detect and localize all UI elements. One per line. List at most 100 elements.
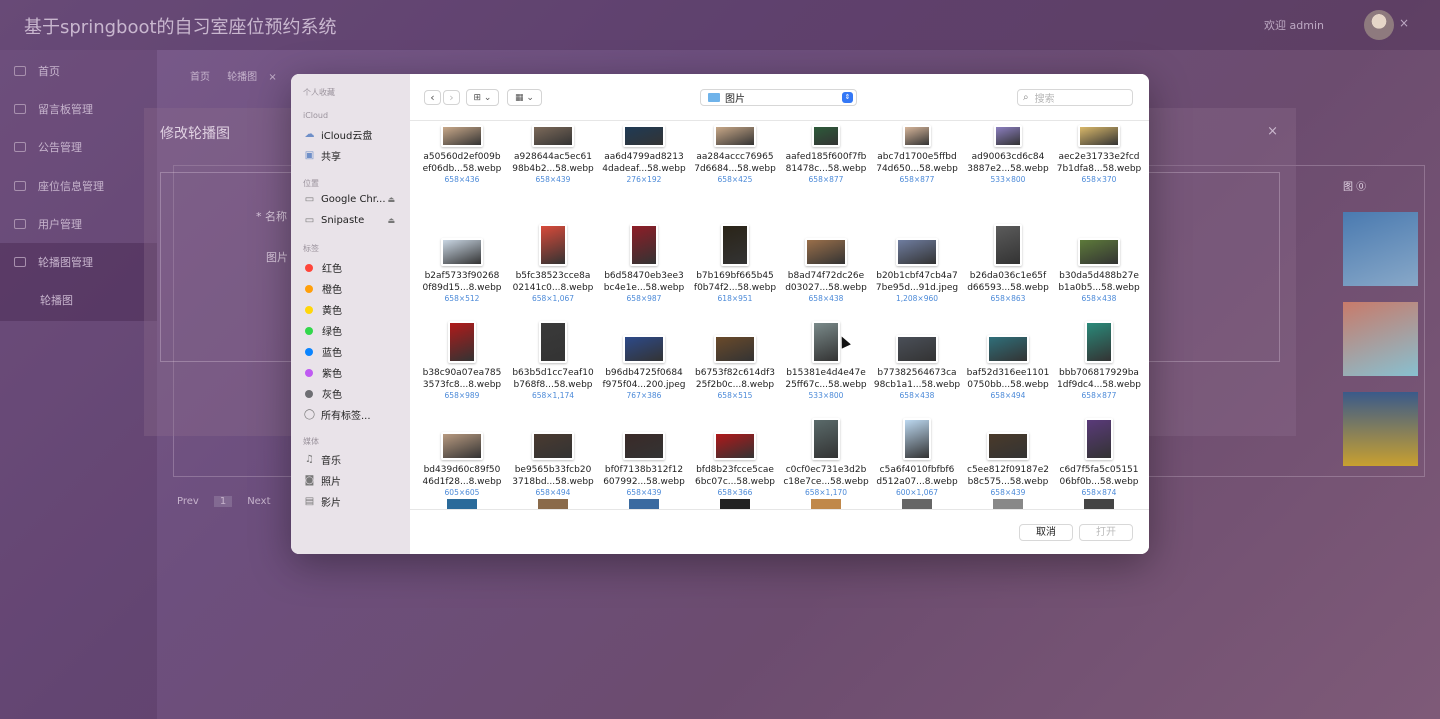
file-item[interactable]: b8ad74f72dc26e d03027...58.webp 658×438 xyxy=(780,222,872,304)
sidebar-all-tags[interactable]: ◯ 所有标签... xyxy=(303,407,407,422)
file-dimensions: 658×877 xyxy=(899,175,935,184)
sidebar-item-users[interactable]: 用户管理 xyxy=(0,205,157,243)
forward-button[interactable]: › xyxy=(443,90,460,105)
file-item[interactable]: c5a6f4010fbfbf6 d512a07...8.webp 600×1,067 xyxy=(871,416,963,498)
sidebar-item-home[interactable]: 首页 xyxy=(0,52,157,90)
file-item[interactable]: aafed185f600f7fb 81478c...58.webp 658×877 xyxy=(780,125,872,185)
file-item[interactable]: b15381e4d4e47e 25ff67c...58.webp 533×800 xyxy=(780,319,872,401)
file-item[interactable]: aa284accc76965 7d6684...58.webp 658×425 xyxy=(689,125,781,185)
file-item[interactable]: aa6d4799ad8213 4dadeaf...58.webp 276×192 xyxy=(598,125,690,185)
file-item[interactable]: a928644ac5ec61 98b4b2...58.webp 658×439 xyxy=(507,125,599,185)
file-item[interactable]: b26da036c1e65f d66593...58.webp 658×863 xyxy=(962,222,1054,304)
file-name-line2: f0b74f2...58.webp xyxy=(693,283,777,293)
sidebar-location-chrome[interactable]: ▭ Google Chr... ⏏ xyxy=(303,194,407,205)
favorites-section: 个人收藏 xyxy=(303,88,335,97)
file-item[interactable]: bbb706817929ba 1df9dc4...58.webp 658×877 xyxy=(1053,319,1145,401)
sidebar-music[interactable]: ♫ 音乐 xyxy=(303,452,407,467)
sidebar-item-messages[interactable]: 留言板管理 xyxy=(0,90,157,128)
file-item[interactable]: c0cf0ec731e3d2b c18e7ce...58.webp 658×1,17… xyxy=(780,416,872,498)
file-thumbnail[interactable] xyxy=(629,499,659,509)
file-item[interactable]: b96db4725f0684 f975f04...200.jpeg 767×386 xyxy=(598,319,690,401)
file-item[interactable]: b7b169bf665b45 f0b74f2...58.webp 618×951 xyxy=(689,222,781,304)
back-button[interactable]: ‹ xyxy=(424,90,441,105)
sidebar-item-label: 首页 xyxy=(38,65,60,78)
avatar[interactable] xyxy=(1364,10,1394,40)
sidebar-shared[interactable]: ▣ 共享 xyxy=(303,148,407,163)
eject-icon[interactable]: ⏏ xyxy=(387,216,395,225)
open-button[interactable]: 打开 xyxy=(1079,524,1133,541)
search-input[interactable]: ⌕ 搜索 xyxy=(1017,89,1133,106)
file-item[interactable]: b30da5d488b27e b1a0b5...58.webp 658×438 xyxy=(1053,222,1145,304)
file-item[interactable]: bfd8b23fcce5cae 6bc07c...58.webp 658×366 xyxy=(689,416,781,498)
dialog-close-icon[interactable]: × xyxy=(1267,124,1278,139)
search-icon: ⌕ xyxy=(1023,92,1029,103)
sidebar-subitem-carousel[interactable]: 轮播图 xyxy=(0,281,157,321)
file-item[interactable]: b6d58470eb3ee3 bc4e1e...58.webp 658×987 xyxy=(598,222,690,304)
sidebar-item-carousel[interactable]: 轮播图管理 xyxy=(0,243,157,281)
header-close-icon[interactable]: × xyxy=(1399,16,1409,30)
icon-view-button[interactable]: ⊞ ⌄ xyxy=(466,89,499,106)
sidebar-item-seats[interactable]: 座位信息管理 xyxy=(0,167,157,205)
sidebar-tag-gray[interactable]: 灰色 xyxy=(303,386,407,401)
file-item[interactable]: aec2e31733e2fcd 7b1dfa8...58.webp 658×370 xyxy=(1053,125,1145,185)
file-name-line2: 74d650...58.webp xyxy=(876,164,958,174)
group-view-button[interactable]: ▦ ⌄ xyxy=(507,89,542,106)
file-item[interactable]: b20b1cbf47cb4a7 7be95d...91d.jpeg 1,208×96… xyxy=(871,222,963,304)
file-thumbnail[interactable] xyxy=(902,499,932,509)
sidebar-location-snipaste[interactable]: ▭ Snipaste ⏏ xyxy=(303,215,407,226)
file-item[interactable]: baf52d316ee1101 0750bb...58.webp 658×494 xyxy=(962,319,1054,401)
file-item[interactable]: bd439d60c89f50 46d1f28...8.webp 605×605 xyxy=(416,416,508,498)
cancel-button[interactable]: 取消 xyxy=(1019,524,1073,541)
home-icon xyxy=(14,66,26,76)
eject-icon[interactable]: ⏏ xyxy=(387,195,395,204)
file-name-line1: aafed185f600f7fb xyxy=(785,152,867,162)
breadcrumb-home[interactable]: 首页 xyxy=(190,72,210,83)
file-item[interactable]: ad90063cd6c84 3887e2...58.webp 533×800 xyxy=(962,125,1054,185)
file-name-line1: b77382564673ca xyxy=(877,368,957,378)
sidebar-label: 红色 xyxy=(322,264,342,275)
sidebar-photos[interactable]: ◙ 照片 xyxy=(303,473,407,488)
prev-button[interactable]: Prev xyxy=(177,496,199,507)
sidebar-icloud-drive[interactable]: ☁ iCloud云盘 xyxy=(303,127,407,142)
file-item[interactable]: b77382564673ca 98cb1a1...58.webp 658×438 xyxy=(871,319,963,401)
breadcrumb-close-icon[interactable]: × xyxy=(268,72,276,83)
file-item[interactable]: c5ee812f09187e2 b8c575...58.webp 658×439 xyxy=(962,416,1054,498)
sidebar-tag-orange[interactable]: 橙色 xyxy=(303,281,407,296)
file-name-line1: bbb706817929ba xyxy=(1059,368,1139,378)
file-thumbnail[interactable] xyxy=(811,499,841,509)
sidebar-movies[interactable]: ▤ 影片 xyxy=(303,494,407,509)
file-item[interactable]: b38c90a07ea785 3573fc8...8.webp 658×989 xyxy=(416,319,508,401)
file-thumbnail[interactable] xyxy=(447,499,477,509)
breadcrumb-current[interactable]: 轮播图 xyxy=(227,72,257,83)
file-item[interactable]: b2af5733f90268 0f89d15...8.webp 658×512 xyxy=(416,222,508,304)
file-name-line1: b5fc38523cce8a xyxy=(515,271,591,281)
file-item[interactable]: be9565b33fcb20 3718bd...58.webp 658×494 xyxy=(507,416,599,498)
sidebar-tag-green[interactable]: 绿色 xyxy=(303,323,407,338)
file-thumbnail[interactable] xyxy=(720,499,750,509)
path-selector[interactable]: 图片 ⇕ xyxy=(700,89,857,106)
file-thumbnail[interactable] xyxy=(1084,499,1114,509)
page-number[interactable]: 1 xyxy=(214,496,233,507)
file-item[interactable]: b5fc38523cce8a 02141c0...8.webp 658×1,067 xyxy=(507,222,599,304)
file-thumbnail[interactable] xyxy=(538,499,568,509)
sidebar-tag-blue[interactable]: 蓝色 xyxy=(303,344,407,359)
file-thumbnail xyxy=(1085,418,1113,460)
file-item[interactable]: c6d7f5fa5c05151 06bf0b...58.webp 658×874 xyxy=(1053,416,1145,498)
sidebar-tag-red[interactable]: 红色 xyxy=(303,260,407,275)
file-name-line1: c6d7f5fa5c05151 xyxy=(1059,465,1139,475)
sidebar-tag-yellow[interactable]: 黄色 xyxy=(303,302,407,317)
file-name-line1: a928644ac5ec61 xyxy=(514,152,592,162)
camera-icon: ◙ xyxy=(304,475,315,486)
next-button[interactable]: Next xyxy=(247,496,270,507)
file-item[interactable]: b6753f82c614df3 25f2b0c...8.webp 658×515 xyxy=(689,319,781,401)
file-item[interactable]: a50560d2ef009b ef06db...58.webp 658×436 xyxy=(416,125,508,185)
file-item[interactable]: abc7d1700e5ffbd 74d650...58.webp 658×877 xyxy=(871,125,963,185)
file-item[interactable]: b63b5d1cc7eaf10 b768f8...58.webp 658×1,174 xyxy=(507,319,599,401)
file-thumbnail[interactable] xyxy=(993,499,1023,509)
sidebar-item-label: 留言板管理 xyxy=(38,103,93,116)
file-item[interactable]: bf0f7138b312f12 607992...58.webp 658×439 xyxy=(598,416,690,498)
sidebar-tag-purple[interactable]: 紫色 xyxy=(303,365,407,380)
sidebar-item-announcements[interactable]: 公告管理 xyxy=(0,128,157,166)
file-name-line1: b30da5d488b27e xyxy=(1059,271,1139,281)
file-name-line2: d512a07...8.webp xyxy=(876,477,958,487)
